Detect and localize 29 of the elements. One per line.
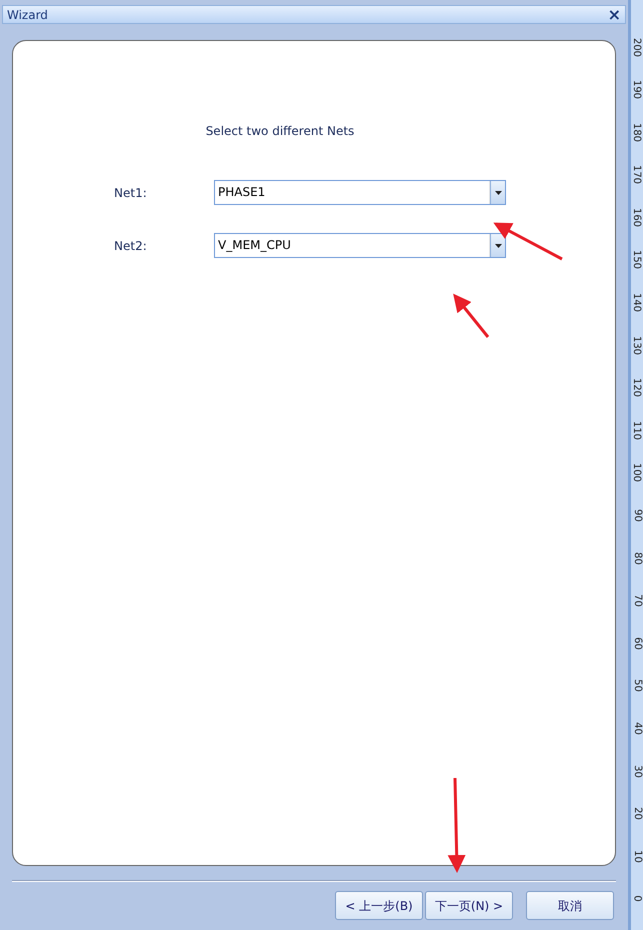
ruler-label: 130	[631, 336, 643, 354]
window-title: Wizard	[7, 6, 48, 24]
ruler-label: 80	[631, 550, 643, 566]
ruler-label: 100	[631, 464, 643, 482]
field-label: Net1:	[114, 184, 148, 202]
wizard-button[interactable]: 下一页(N) >	[425, 891, 513, 920]
ruler-label: 120	[631, 378, 643, 397]
wizard-button[interactable]: 取消	[526, 891, 614, 920]
ruler-label: 170	[631, 166, 643, 184]
ruler-label: 180	[631, 123, 643, 142]
ruler-label: 200	[631, 38, 643, 56]
page-heading: Select two different Nets	[206, 123, 354, 140]
ruler-label: 140	[631, 294, 643, 312]
ruler-label: 0	[631, 894, 643, 904]
ruler-label: 160	[631, 208, 643, 226]
ruler-label: 90	[631, 508, 643, 524]
ruler-label: 20	[631, 806, 643, 822]
ruler-label: 50	[631, 678, 643, 694]
ruler-label: 70	[631, 593, 643, 610]
close-button[interactable]: ×	[608, 6, 621, 22]
ruler-label: 40	[631, 721, 643, 737]
ruler-label: 30	[631, 764, 643, 780]
ruler-label: 10	[631, 848, 643, 865]
ruler-label: 110	[631, 421, 643, 440]
ruler-label: 190	[631, 80, 643, 99]
field-label: Net2:	[114, 238, 148, 254]
ruler-label: 150	[631, 250, 643, 269]
ruler-label: 60	[631, 636, 643, 652]
wizard-button[interactable]: < 上一步(B)	[335, 891, 423, 920]
